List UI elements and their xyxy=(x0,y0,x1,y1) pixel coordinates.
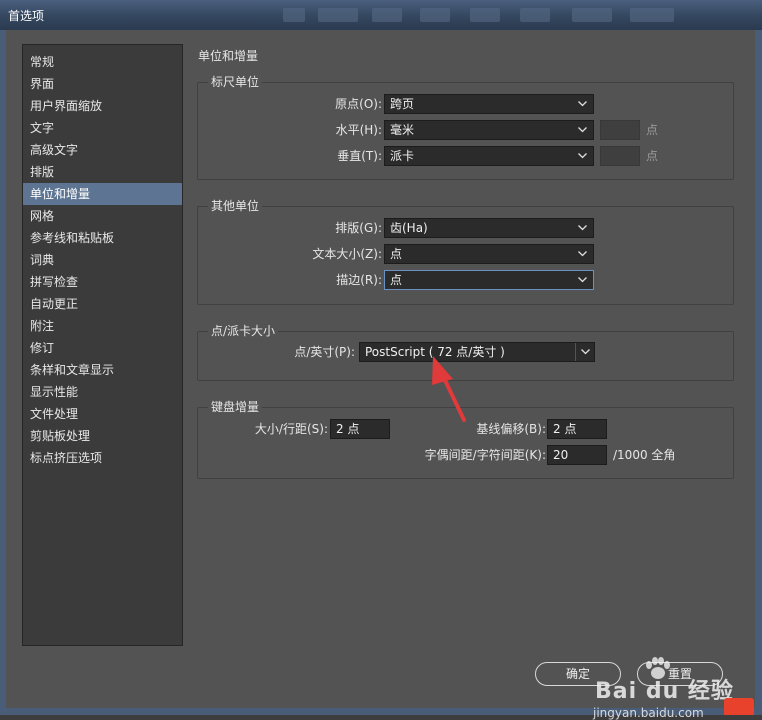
vertical-points-field[interactable] xyxy=(600,146,640,166)
kerning-label: 字偶间距/字符间距(K): xyxy=(424,448,546,462)
title-bar: 首选项 xyxy=(0,0,762,30)
composition-label: 排版(G): xyxy=(335,221,382,235)
points-per-inch-dropdown[interactable]: PostScript ( 72 点/英寸 ) xyxy=(359,342,595,362)
sidebar-item-guides-pasteboard[interactable]: 参考线和粘贴板 xyxy=(23,227,182,249)
watermark-brand: Bai du 经验 xyxy=(595,679,734,704)
sidebar-item-general[interactable]: 常规 xyxy=(23,51,182,73)
point-pica-group: 点/派卡大小 点/英寸(P): PostScript ( 72 点/英寸 ) xyxy=(197,324,734,381)
sidebar-item-mojikumi[interactable]: 标点挤压选项 xyxy=(23,447,182,469)
sidebar-item-story-editor[interactable]: 条样和文章显示 xyxy=(23,359,182,381)
sidebar-item-dictionary[interactable]: 词典 xyxy=(23,249,182,271)
chevron-down-icon xyxy=(578,153,587,159)
window-frame: 常规 界面 用户界面缩放 文字 高级文字 排版 单位和增量 网格 参考线和粘贴板… xyxy=(0,30,762,720)
chevron-down-icon xyxy=(581,349,590,355)
watermark-url: jingyan.baidu.com xyxy=(593,706,704,720)
group-label: 标尺单位 xyxy=(208,75,263,89)
dropdown-value: 派卡 xyxy=(390,149,415,163)
sidebar-item-type[interactable]: 文字 xyxy=(23,117,182,139)
group-label: 其他单位 xyxy=(208,199,263,213)
chevron-down-icon xyxy=(578,225,587,231)
sidebar-item-units-increments[interactable]: 单位和增量 xyxy=(23,183,182,205)
unit-label: 点 xyxy=(646,123,659,137)
dropdown-value: PostScript ( 72 点/英寸 ) xyxy=(365,345,505,359)
chevron-down-icon xyxy=(578,251,587,257)
kerning-field[interactable]: 20 xyxy=(547,445,607,465)
background-blur xyxy=(572,8,612,22)
chevron-down-icon xyxy=(578,127,587,133)
sidebar-item-advanced-type[interactable]: 高级文字 xyxy=(23,139,182,161)
sidebar-item-spelling[interactable]: 拼写检查 xyxy=(23,271,182,293)
background-blur xyxy=(372,8,402,22)
origin-label: 原点(O): xyxy=(335,97,382,111)
vertical-label: 垂直(T): xyxy=(337,149,382,163)
sidebar-item-clipboard[interactable]: 剪贴板处理 xyxy=(23,425,182,447)
sidebar-item-track-changes[interactable]: 修订 xyxy=(23,337,182,359)
sidebar-item-autocorrect[interactable]: 自动更正 xyxy=(23,293,182,315)
text-size-dropdown[interactable]: 点 xyxy=(384,244,594,264)
dropdown-value: 点 xyxy=(390,247,403,261)
background-blur xyxy=(520,8,550,22)
unit-label: 点 xyxy=(646,149,659,163)
sidebar-item-display-performance[interactable]: 显示性能 xyxy=(23,381,182,403)
origin-dropdown[interactable]: 跨页 xyxy=(384,94,594,114)
sidebar-item-ui-scaling[interactable]: 用户界面缩放 xyxy=(23,95,182,117)
category-list: 常规 界面 用户界面缩放 文字 高级文字 排版 单位和增量 网格 参考线和粘贴板… xyxy=(22,44,183,646)
panel-title: 单位和增量 xyxy=(198,49,259,63)
dropdown-value: 跨页 xyxy=(390,97,415,111)
dropdown-value: 点 xyxy=(390,273,403,287)
dropdown-separator xyxy=(575,343,576,361)
background-blur xyxy=(470,8,500,22)
chevron-down-icon xyxy=(578,277,587,283)
text-size-label: 文本大小(Z): xyxy=(312,247,382,261)
horizontal-label: 水平(H): xyxy=(335,123,382,137)
other-units-group: 其他单位 排版(G): 齿(Ha) 文本大小(Z): 点 描边(R): 点 xyxy=(197,199,734,305)
sidebar-item-interface[interactable]: 界面 xyxy=(23,73,182,95)
sidebar-item-composition[interactable]: 排版 xyxy=(23,161,182,183)
sidebar-item-notes[interactable]: 附注 xyxy=(23,315,182,337)
horizontal-dropdown[interactable]: 毫米 xyxy=(384,120,594,140)
taskbar-app-icon[interactable] xyxy=(724,698,754,715)
dialog-client: 常规 界面 用户界面缩放 文字 高级文字 排版 单位和增量 网格 参考线和粘贴板… xyxy=(6,30,755,720)
stroke-dropdown[interactable]: 点 xyxy=(384,270,594,290)
baseline-shift-label: 基线偏移(B): xyxy=(476,422,546,436)
window-title: 首选项 xyxy=(8,9,45,23)
background-blur xyxy=(630,8,674,22)
sidebar-item-file-handling[interactable]: 文件处理 xyxy=(23,403,182,425)
baseline-shift-field[interactable]: 2 点 xyxy=(547,419,607,439)
dropdown-value: 齿(Ha) xyxy=(390,221,428,235)
background-blur xyxy=(420,8,450,22)
dropdown-value: 毫米 xyxy=(390,123,415,137)
group-label: 点/派卡大小 xyxy=(208,324,279,338)
ruler-units-group: 标尺单位 原点(O): 跨页 水平(H): 毫米 点 垂直(T): 派卡 点 xyxy=(197,75,734,180)
composition-dropdown[interactable]: 齿(Ha) xyxy=(384,218,594,238)
sidebar-item-grids[interactable]: 网格 xyxy=(23,205,182,227)
chevron-down-icon xyxy=(578,101,587,107)
vertical-dropdown[interactable]: 派卡 xyxy=(384,146,594,166)
horizontal-points-field[interactable] xyxy=(600,120,640,140)
size-leading-label: 大小/行距(S): xyxy=(254,422,328,436)
group-label: 键盘增量 xyxy=(208,400,263,414)
points-per-inch-label: 点/英寸(P): xyxy=(294,345,355,359)
size-leading-field[interactable]: 2 点 xyxy=(330,419,390,439)
background-blur xyxy=(283,8,305,22)
kerning-unit-label: /1000 全角 xyxy=(613,448,676,462)
keyboard-increments-group: 键盘增量 大小/行距(S): 2 点 基线偏移(B): 2 点 字偶间距/字符间… xyxy=(197,400,734,479)
background-blur xyxy=(318,8,358,22)
stroke-label: 描边(R): xyxy=(336,273,382,287)
